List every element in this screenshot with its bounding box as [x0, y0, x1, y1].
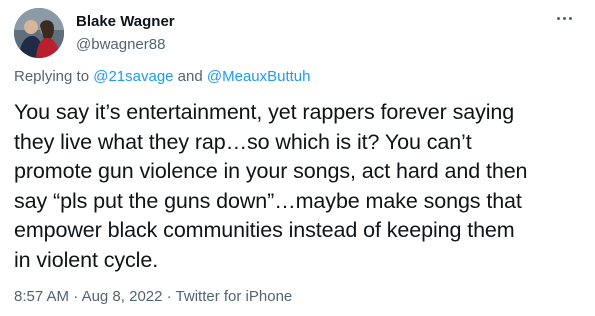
mention-link-meauxbuttuh[interactable]: @MeauxButtuh — [207, 68, 311, 85]
avatar-photo — [14, 8, 64, 58]
mention-link-21savage[interactable]: @21savage — [93, 68, 173, 85]
tweet-meta: 8:57 AM · Aug 8, 2022 · Twitter for iPho… — [14, 287, 292, 307]
meta-separator: · — [162, 288, 176, 305]
more-options-button[interactable] — [551, 8, 577, 28]
tweet-source[interactable]: Twitter for iPhone — [176, 288, 293, 305]
more-horizontal-icon-dot — [568, 16, 572, 20]
meta-separator: · — [69, 288, 82, 305]
replying-to-connector: and — [173, 68, 207, 85]
author-display-name[interactable]: Blake Wagner — [76, 12, 175, 32]
author-handle[interactable]: @bwagner88 — [76, 35, 175, 55]
tweet-text-line: in violent cycle. — [14, 247, 159, 272]
tweet-text-line: they live what they rap…so which is it? … — [14, 129, 472, 154]
more-horizontal-icon-dot — [562, 16, 566, 20]
tweet-text-line: You say it’s entertainment, yet rappers … — [14, 100, 515, 124]
tweet-text-line: empower black communities instead of kee… — [14, 218, 515, 243]
tweet-time[interactable]: 8:57 AM — [14, 288, 69, 305]
author-info: Blake Wagner @bwagner88 — [76, 12, 175, 55]
tweet-text-line: say “pls put the guns down”…maybe make s… — [14, 188, 522, 213]
avatar[interactable] — [14, 8, 64, 58]
replying-to-label: Replying to — [14, 68, 94, 85]
tweet-text: You say it’s entertainment, yet rappers … — [14, 98, 584, 276]
more-horizontal-icon — [556, 16, 560, 20]
tweet-date[interactable]: Aug 8, 2022 — [82, 288, 163, 305]
tweet-card: Blake Wagner @bwagner88 Replying to @21s… — [0, 0, 595, 316]
replying-to: Replying to @21savage and @MeauxButtuh — [14, 67, 311, 87]
tweet-text-line: promote gun violence in your songs, act … — [14, 159, 528, 184]
